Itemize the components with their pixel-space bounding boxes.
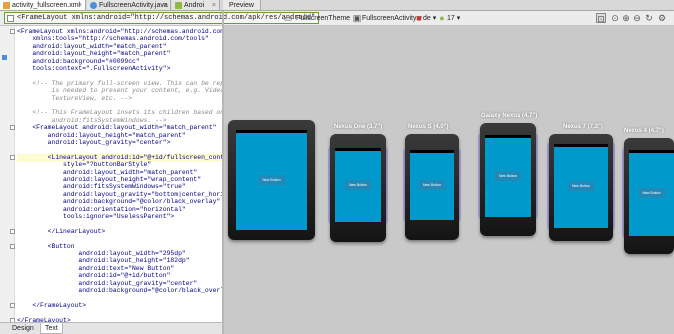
tab-activity-fullscreen-xml[interactable]: activity_fullscreen.xml ×	[0, 0, 86, 10]
new-button-preview[interactable]: New Button	[567, 181, 595, 191]
tab-label: activity_fullscreen.xml	[12, 2, 81, 9]
zoom-actual-icon[interactable]: ⊙	[610, 13, 620, 23]
android-icon	[175, 2, 182, 9]
android-api-icon: ●	[439, 13, 445, 23]
tab-fullscreen-activity-java[interactable]: FullscreenActivity.java ×	[87, 0, 171, 10]
zoom-to-fit-icon[interactable]: ⊡	[596, 13, 606, 24]
new-button-preview[interactable]: New Button	[344, 180, 372, 190]
device-frame[interactable]: New Button	[549, 134, 613, 241]
activity-label: FullscreenActivity	[362, 15, 417, 22]
theme-label: FullscreenTheme	[296, 15, 351, 22]
breadcrumb[interactable]: <FrameLayout xmlns:android="http://schem…	[4, 12, 320, 24]
fold-toggle-icon[interactable]	[10, 243, 15, 249]
api-level-selector[interactable]: 17 ▾	[447, 13, 460, 24]
zoom-out-icon[interactable]: ⊖	[632, 13, 642, 23]
device-config-icon[interactable]: ▭	[283, 13, 293, 23]
code-line: android:layout_gravity="center">	[17, 139, 171, 146]
settings-icon[interactable]: ⚙	[657, 13, 667, 23]
device-label: Nexus One (3.7")	[334, 124, 383, 130]
layout-icon	[7, 15, 14, 22]
device-frame[interactable]: New Button	[330, 134, 386, 242]
device-screen: New Button	[485, 135, 531, 217]
device-label: Nexus 7 (7.3")	[563, 124, 603, 130]
preview-canvas[interactable]: New Button Nexus One (3.7") New Button Nexu…	[224, 26, 674, 334]
device-screen: New Button	[335, 148, 381, 222]
activity-icon: ▣	[352, 13, 362, 23]
editor-tab-bar: activity_fullscreen.xml × FullscreenActi…	[0, 0, 674, 11]
locale-selector[interactable]: de ▾	[423, 13, 436, 24]
editor-gutter	[0, 26, 15, 322]
device-frame[interactable]: New Button	[228, 120, 315, 240]
tab-label: FullscreenActivity.java	[99, 2, 168, 9]
refresh-icon[interactable]: ↻	[644, 13, 654, 23]
fold-toggle-icon[interactable]	[10, 125, 15, 131]
fold-toggle-icon[interactable]	[10, 302, 15, 308]
code-line: </FrameLayout>	[17, 301, 87, 309]
toolbar: <FrameLayout xmlns:android="http://schem…	[0, 11, 674, 26]
status-bar	[554, 144, 608, 147]
device-label: Nexus S (4.0")	[408, 124, 449, 130]
code-line: tools:ignore="UselessParent">	[17, 213, 175, 220]
theme-selector[interactable]: FullscreenTheme	[296, 13, 350, 24]
xml-code-editor[interactable]: <FrameLayout xmlns:android="http://schem…	[0, 26, 222, 322]
status-bar	[335, 148, 381, 151]
status-bar	[410, 150, 454, 153]
device-frame[interactable]: New Button	[480, 123, 536, 236]
fold-toggle-icon[interactable]	[10, 29, 15, 34]
device-label: Nexus 4 (4.7")	[624, 128, 664, 134]
fold-toggle-icon[interactable]	[10, 228, 15, 234]
device-label: Galaxy Nexus (4.7")	[481, 113, 538, 119]
device-screen: New Button	[236, 130, 307, 230]
status-bar	[236, 130, 307, 133]
fold-toggle-icon[interactable]	[10, 154, 15, 160]
code-line: android:background="@color/black_overlay…	[17, 287, 222, 294]
close-icon[interactable]: ×	[78, 0, 82, 10]
code-line: tools:context=".FullscreenActivity">	[17, 65, 171, 72]
close-icon[interactable]: ×	[163, 0, 167, 10]
breadcrumb-label: <FrameLayout xmlns:android="http://schem…	[17, 14, 316, 22]
device-screen: New Button	[410, 150, 454, 220]
new-button-preview[interactable]: New Button	[258, 175, 285, 185]
status-bar	[485, 135, 531, 138]
bookmark-marker-icon	[2, 55, 7, 60]
device-frame[interactable]: New Button	[624, 138, 674, 254]
device-screen: New Button	[629, 150, 674, 236]
new-button-preview[interactable]: New Button	[638, 188, 665, 198]
ide-window: { "tabs":[ {"label":"activity_fullscreen…	[0, 0, 674, 334]
close-icon[interactable]: ×	[212, 0, 216, 10]
api-level-label: 17	[447, 15, 455, 22]
tab-preview[interactable]: Preview	[223, 0, 261, 10]
device-frame[interactable]: New Button	[405, 134, 459, 240]
tab-text[interactable]: Text	[40, 323, 63, 334]
bottom-tab-bar: Design Text	[0, 322, 222, 334]
device-screen: New Button	[554, 144, 608, 228]
status-bar	[629, 150, 674, 153]
tab-label: Androi	[184, 2, 205, 9]
zoom-in-icon[interactable]: ⊕	[621, 13, 631, 23]
locale-label: de	[423, 15, 431, 22]
java-class-icon	[90, 2, 97, 9]
xml-file-icon	[3, 2, 10, 9]
new-button-preview[interactable]: New Button	[494, 171, 522, 181]
code-line: </LinearLayout>	[17, 227, 106, 235]
activity-selector[interactable]: FullscreenActivity ▾	[362, 13, 422, 24]
code-line: TextureView, etc. -->	[17, 94, 133, 102]
new-button-preview[interactable]: New Button	[418, 180, 446, 190]
tab-android[interactable]: Androi ×	[172, 0, 220, 10]
tab-design[interactable]: Design	[8, 323, 38, 334]
